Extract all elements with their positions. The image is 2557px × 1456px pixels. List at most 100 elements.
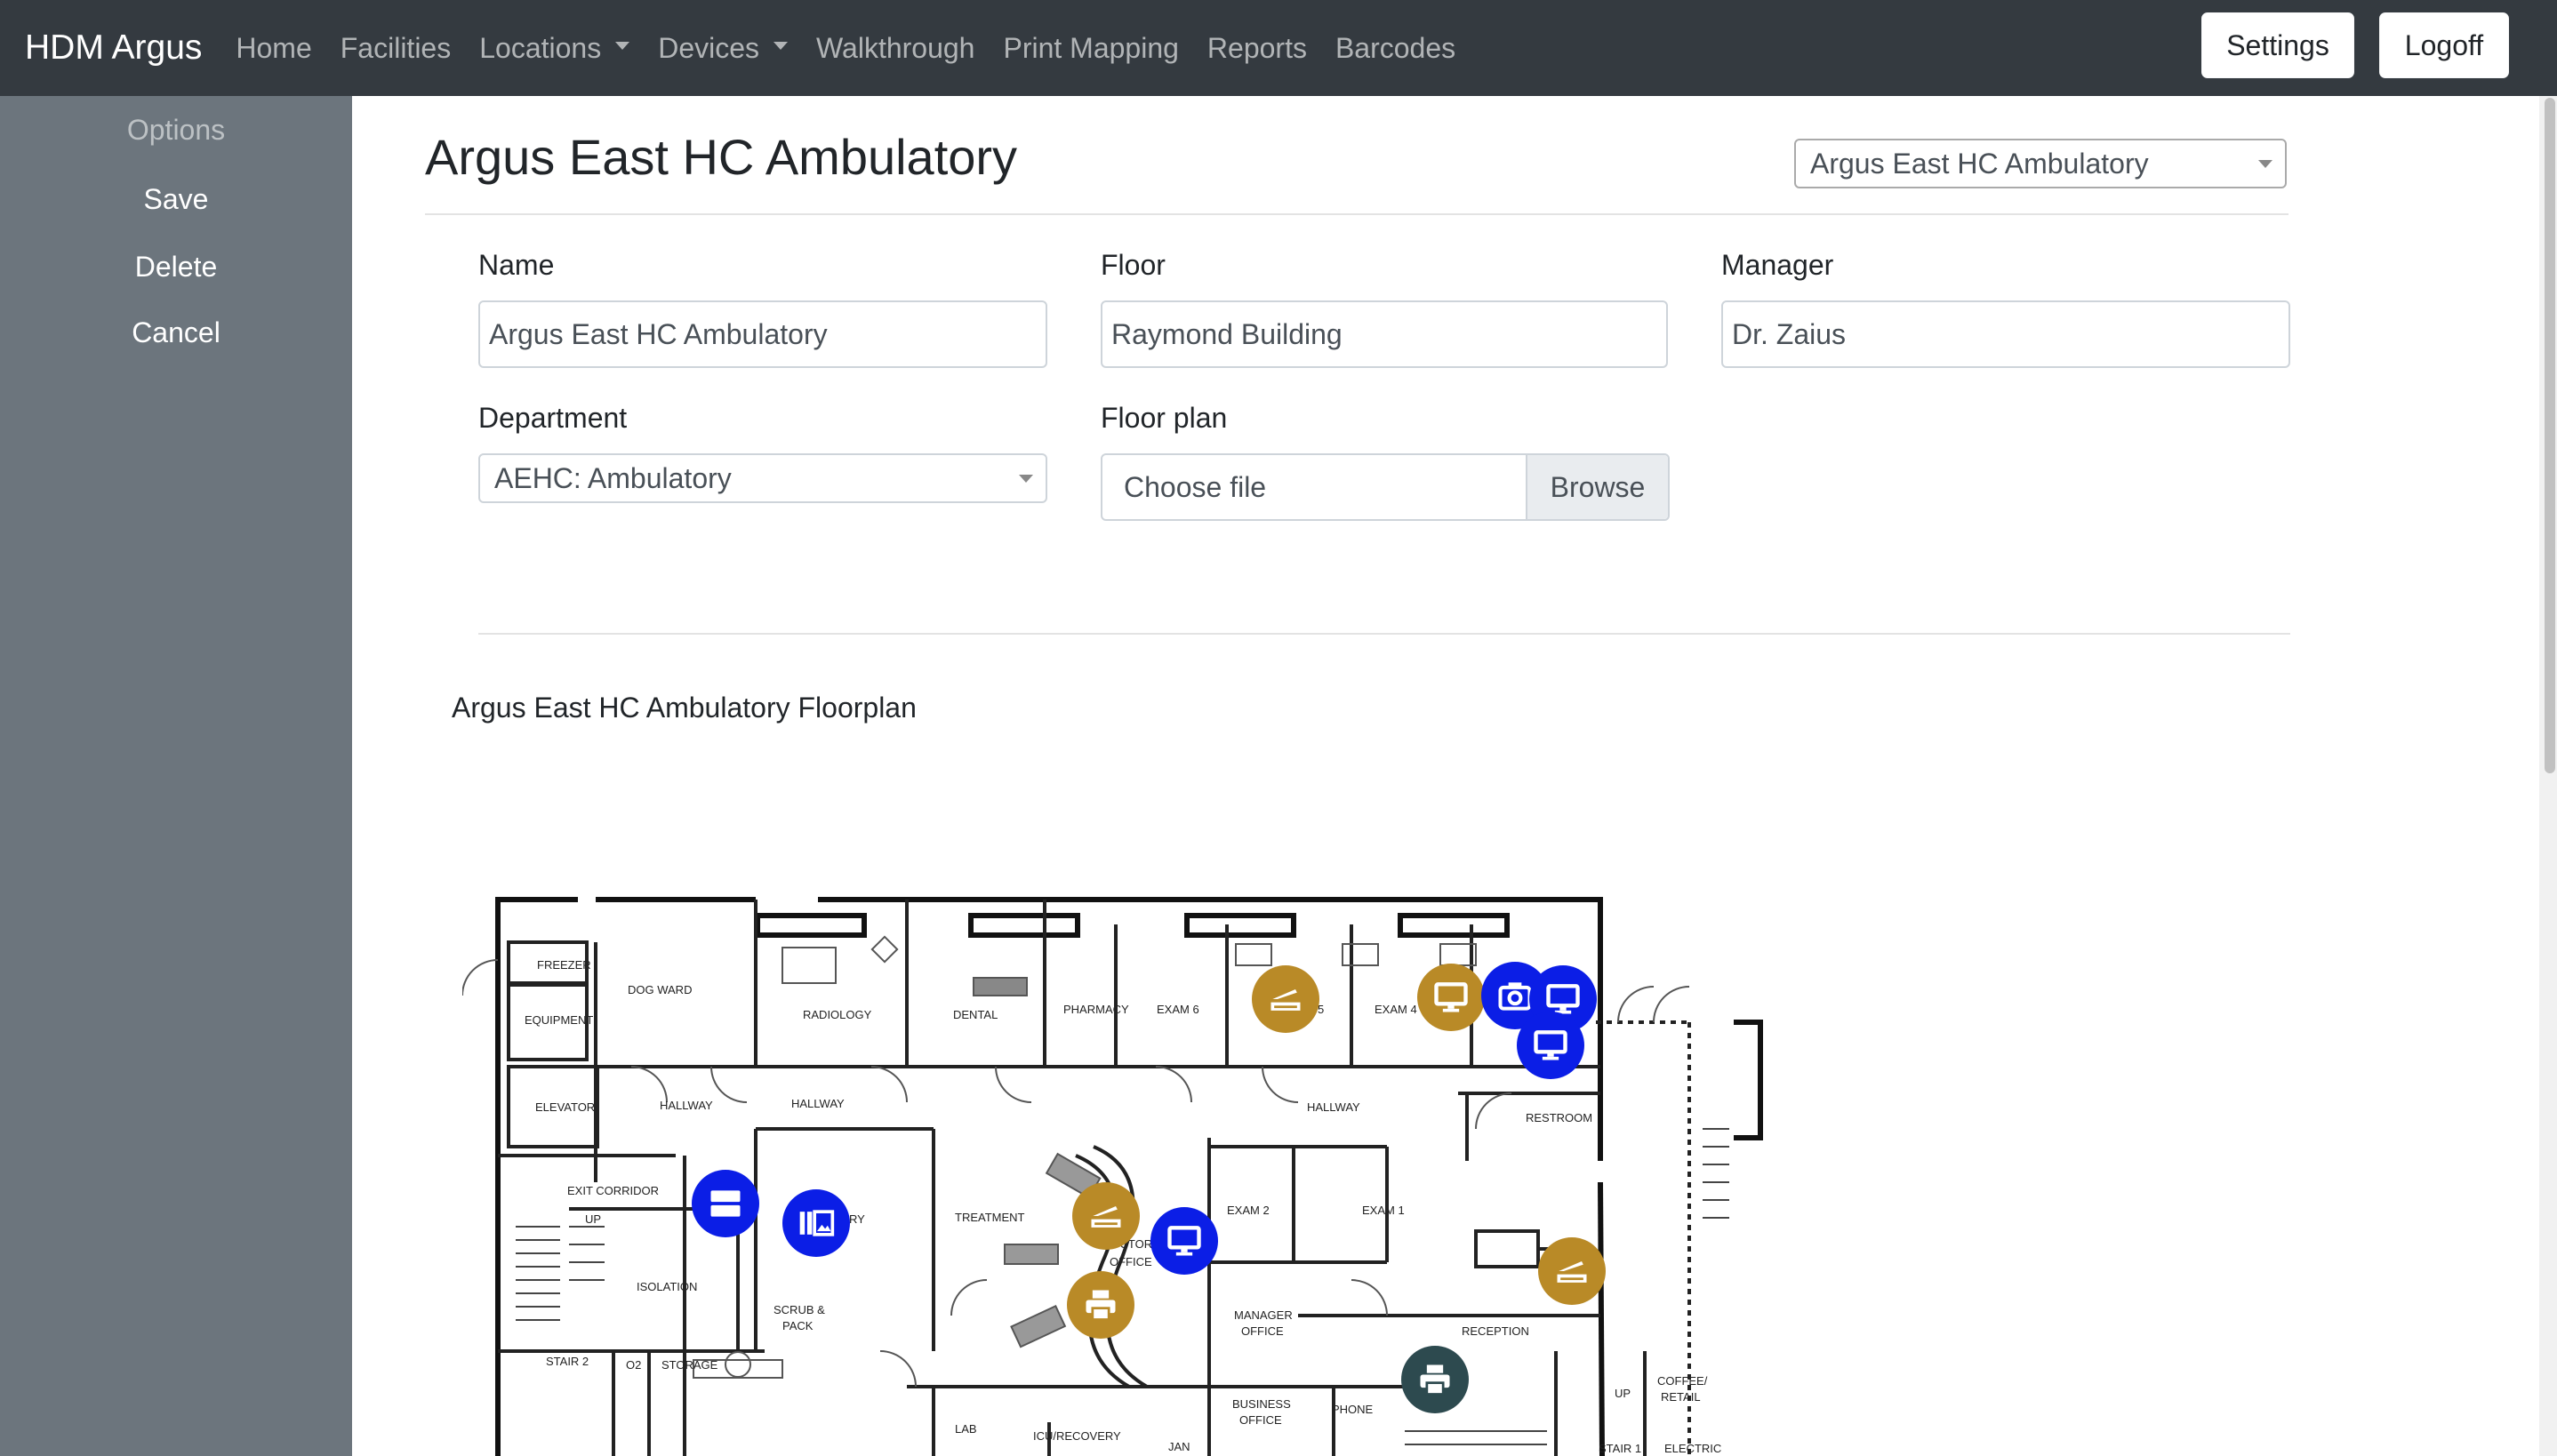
chevron-down-icon [1019,475,1033,483]
room-label: OFFICE [1110,1255,1152,1268]
room-label: UP [585,1212,601,1226]
name-input[interactable]: Argus East HC Ambulatory [478,300,1047,368]
room-label: EXAM 6 [1157,1003,1199,1016]
sidebar-item-delete[interactable]: Delete [0,251,352,284]
nav-devices[interactable]: Devices [658,31,789,65]
room-label: HALLWAY [791,1097,845,1110]
scanner-icon [1091,1206,1121,1228]
name-label: Name [478,249,555,281]
manager-input[interactable]: Dr. Zaius [1721,300,2290,368]
printer-device-phone[interactable] [1401,1346,1469,1413]
monitor-icon [1167,1226,1201,1256]
form-divider [478,633,2290,635]
settings-button[interactable]: Settings [2201,12,2354,78]
nav-home[interactable]: Home [236,32,311,65]
room-label: STAIR 1 [1599,1442,1641,1455]
room-label: EXIT CORRIDOR [567,1184,659,1197]
scanner-icon [1557,1261,1587,1283]
scanner-icon [1270,989,1301,1011]
scanner-device-reception[interactable] [1538,1237,1606,1305]
monitor-device-doctors-office[interactable] [1150,1207,1218,1275]
room-label: EXAM 2 [1227,1204,1270,1217]
manager-label: Manager [1721,249,1834,281]
room-label: BUSINESS [1232,1397,1291,1411]
printer-icon [1086,1290,1116,1321]
nav-facilities[interactable]: Facilities [341,32,451,65]
room-label: ICU/RECOVERY [1033,1429,1121,1443]
room-label: RETAIL [1661,1390,1701,1404]
room-label: HALLWAY [1307,1100,1360,1114]
gallery-icon [799,1210,835,1236]
room-label: ELEVATOR [535,1100,595,1114]
header-divider [425,213,2288,215]
gallery-device-lab[interactable] [782,1189,850,1257]
room-label: ISOLATION [637,1280,697,1293]
floor-label: Floor [1101,249,1166,281]
file-placeholder[interactable]: Choose file [1102,455,1526,519]
room-label: RESTROOM [1526,1111,1592,1124]
room-label: LAB [955,1422,977,1436]
sidebar-heading: Options [126,114,226,146]
chevron-down-icon [615,41,630,50]
room-label: EXAM 4 [1375,1003,1417,1016]
scanner-device-treatment[interactable] [1072,1182,1140,1250]
floor-plan-label: Floor plan [1101,402,1228,434]
floorplan-canvas[interactable]: FREEZER EQUIPMENT ELEVATOR DOG WARD RADI… [462,889,1778,1456]
department-select-value: AEHC: Ambulatory [494,461,732,494]
brand-logo[interactable]: HDM Argus [25,28,202,68]
department-select[interactable]: AEHC: Ambulatory [478,453,1047,503]
room-label: JAN [1168,1440,1190,1453]
room-label: HALLWAY [660,1099,713,1112]
browse-button[interactable]: Browse [1526,455,1668,519]
monitor-device-exam4[interactable] [1417,964,1485,1031]
floorplan-title: Argus East HC Ambulatory Floorplan [452,692,917,724]
room-label: TREATMENT [955,1211,1025,1224]
server-icon [710,1190,741,1217]
printer-device-treatment[interactable] [1067,1271,1134,1339]
location-select[interactable]: Argus East HC Ambulatory [1794,139,2287,188]
room-label: PACK [782,1319,814,1332]
room-label: STAIR 2 [546,1355,589,1368]
room-label: O2 [626,1358,641,1372]
page-title: Argus East HC Ambulatory [425,129,1018,185]
server-device-corridor[interactable] [692,1170,759,1237]
sidebar-item-cancel[interactable]: Cancel [0,316,352,349]
nav-print-mapping[interactable]: Print Mapping [1003,32,1178,65]
nav-reports[interactable]: Reports [1207,32,1307,65]
room-label: RY [849,1212,865,1226]
floor-input[interactable]: Raymond Building [1101,300,1668,368]
location-select-value: Argus East HC Ambulatory [1810,147,2149,180]
nav-walkthrough[interactable]: Walkthrough [816,32,974,65]
scrollbar-thumb[interactable] [2545,98,2555,773]
room-label: UP [1615,1387,1631,1400]
room-label: OFFICE [1241,1324,1284,1338]
floor-plan-file-input[interactable]: Choose file Browse [1101,453,1670,521]
room-label: COFFEE/ [1657,1374,1708,1388]
room-label: OFFICE [1239,1413,1282,1427]
chevron-down-icon [2258,160,2272,168]
room-label: PHONE [1332,1403,1374,1416]
monitor-device-restroom[interactable] [1517,1012,1584,1079]
department-label: Department [478,402,628,434]
room-label: SCRUB & [774,1303,825,1316]
sidebar-item-save[interactable]: Save [0,183,352,216]
monitor-icon [1434,982,1468,1012]
room-label: DENTAL [953,1008,998,1021]
room-label: FREEZER [537,958,591,972]
room-label: RADIOLOGY [803,1008,872,1021]
nav-barcodes[interactable]: Barcodes [1335,32,1455,65]
room-label: PHARMACY [1063,1003,1129,1016]
nav-locations-label: Locations [479,31,602,64]
nav-devices-label: Devices [658,31,760,64]
scanner-device-exam6[interactable] [1252,965,1319,1033]
room-label: MANAGER [1234,1308,1293,1322]
room-label: EQUIPMENT [525,1013,593,1027]
top-navbar: HDM Argus Home Facilities Locations Devi… [0,0,2557,96]
nav-locations[interactable]: Locations [479,31,630,65]
logoff-button[interactable]: Logoff [2379,12,2509,78]
room-label: RECEPTION [1462,1324,1529,1338]
printer-icon [1420,1364,1450,1396]
room-label: EXAM 1 [1362,1204,1405,1217]
room-label: STORAGE [661,1358,718,1372]
options-sidebar: Options Save Delete Cancel [0,96,352,1456]
